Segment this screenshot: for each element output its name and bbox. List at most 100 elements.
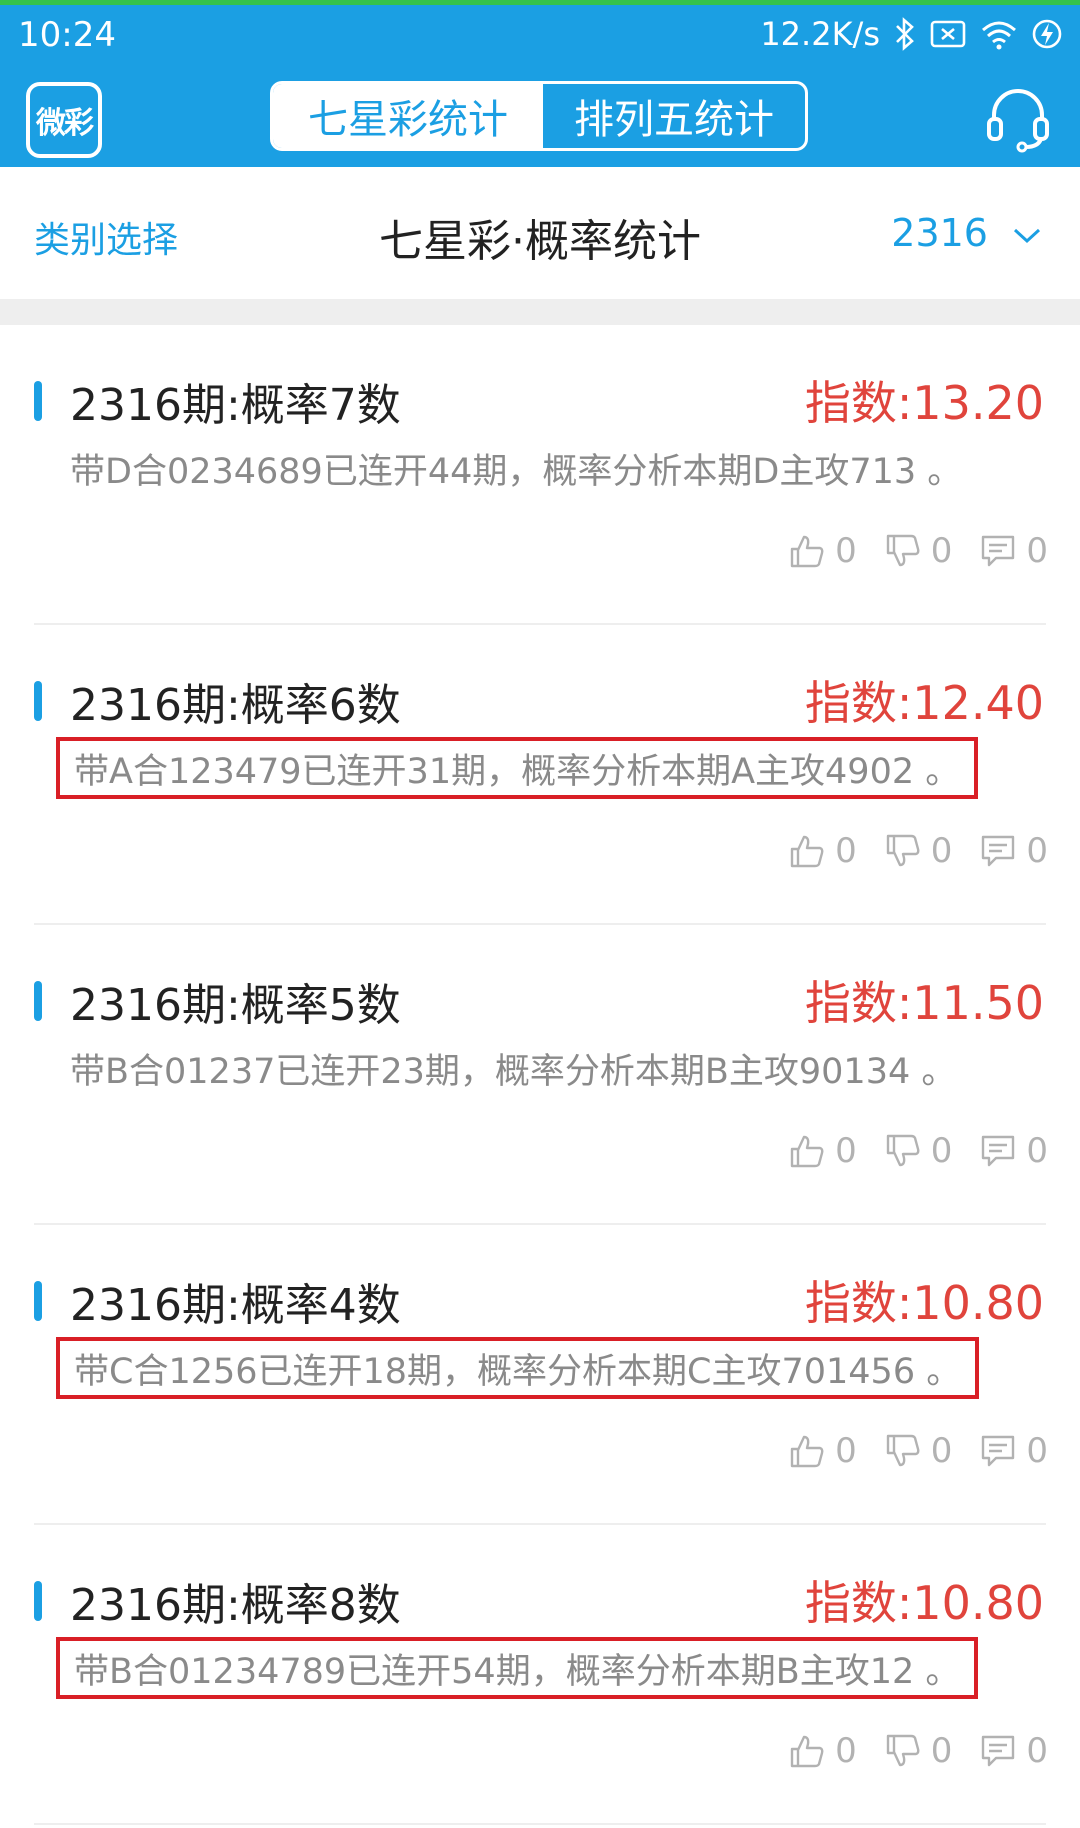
card-description: 带C合1256已连开18期，概率分析本期C主攻701456 。 bbox=[74, 1351, 962, 1392]
app-bar: 微彩 七星彩统计 排列五统计 bbox=[0, 75, 1080, 167]
tab-label: 七星彩统计 bbox=[308, 97, 508, 143]
chevron-down-icon bbox=[1012, 211, 1042, 255]
thumbs-down-icon bbox=[885, 1133, 921, 1169]
thumbs-up-icon bbox=[789, 533, 825, 569]
like-button[interactable]: 0 bbox=[789, 831, 857, 871]
like-button[interactable]: 0 bbox=[789, 1731, 857, 1771]
stat-card[interactable]: 2316期:概率5数 指数:11.50 带B合01237已连开23期，概率分析本… bbox=[0, 925, 1080, 1225]
comment-icon bbox=[980, 1733, 1016, 1769]
card-description: 带D合0234689已连开44期，概率分析本期D主攻713 。 bbox=[70, 451, 963, 492]
accent-bar bbox=[34, 1281, 42, 1321]
dislike-button[interactable]: 0 bbox=[885, 831, 953, 871]
issue-number: 2316 bbox=[891, 211, 988, 255]
tab-label: 排列五统计 bbox=[574, 97, 774, 143]
card-actions: 0 0 0 bbox=[761, 531, 1048, 571]
like-count: 0 bbox=[835, 531, 857, 571]
status-indicators: 12.2K/s bbox=[760, 15, 1062, 53]
card-actions: 0 0 0 bbox=[761, 1731, 1048, 1771]
dislike-count: 0 bbox=[930, 531, 953, 571]
sub-header: 类别选择 七星彩·概率统计 2316 bbox=[0, 167, 1080, 299]
like-count: 0 bbox=[835, 1131, 857, 1171]
issue-dropdown[interactable]: 2316 bbox=[891, 211, 1042, 255]
card-index: 指数:10.80 bbox=[804, 1576, 1044, 1630]
headset-icon[interactable] bbox=[982, 81, 1054, 157]
card-title: 2316期:概率5数 bbox=[70, 980, 401, 1031]
thumbs-up-icon bbox=[789, 1133, 825, 1169]
card-index: 指数:12.40 bbox=[804, 676, 1044, 730]
battery-charging-icon bbox=[1032, 18, 1062, 50]
accent-bar bbox=[34, 381, 42, 421]
status-time: 10:24 bbox=[18, 15, 116, 55]
dislike-count: 0 bbox=[930, 1131, 953, 1171]
comment-button[interactable]: 0 bbox=[980, 831, 1048, 871]
comment-icon bbox=[980, 833, 1016, 869]
dislike-count: 0 bbox=[930, 1431, 953, 1471]
dislike-button[interactable]: 0 bbox=[885, 1731, 952, 1771]
card-title: 2316期:概率7数 bbox=[70, 380, 401, 431]
net-speed: 12.2K/s bbox=[760, 15, 880, 53]
accent-bar bbox=[34, 1581, 42, 1621]
comment-icon bbox=[980, 1433, 1016, 1469]
card-description-box: 带B合01237已连开23期，概率分析本期B主攻90134 。 bbox=[56, 1037, 970, 1099]
comment-count: 0 bbox=[1026, 1431, 1048, 1471]
thumbs-up-icon bbox=[789, 1733, 825, 1769]
card-index: 指数:13.20 bbox=[804, 376, 1044, 430]
sim-disabled-icon bbox=[930, 19, 966, 49]
card-description: 带B合01234789已连开54期，概率分析本期B主攻12 。 bbox=[74, 1651, 961, 1692]
card-actions: 0 0 0 bbox=[761, 831, 1048, 871]
card-divider bbox=[34, 1823, 1046, 1825]
card-index: 指数:10.80 bbox=[804, 1276, 1044, 1330]
card-description-box: 带C合1256已连开18期，概率分析本期C主攻701456 。 bbox=[56, 1337, 980, 1399]
stat-card[interactable]: 2316期:概率8数 指数:10.80 带B合01234789已连开54期，概率… bbox=[0, 1525, 1080, 1825]
wifi-icon bbox=[980, 18, 1018, 50]
comment-count: 0 bbox=[1026, 1731, 1048, 1771]
dislike-button[interactable]: 0 bbox=[885, 1431, 953, 1471]
card-description-box: 带B合01234789已连开54期，概率分析本期B主攻12 。 bbox=[56, 1637, 979, 1699]
card-description-box: 带D合0234689已连开44期，概率分析本期D主攻713 。 bbox=[56, 437, 976, 499]
card-description: 带B合01237已连开23期，概率分析本期B主攻90134 。 bbox=[70, 1051, 957, 1092]
comment-button[interactable]: 0 bbox=[980, 1731, 1048, 1771]
stat-card[interactable]: 2316期:概率7数 指数:13.20 带D合0234689已连开44期，概率分… bbox=[0, 325, 1080, 625]
stats-list: 2316期:概率7数 指数:13.20 带D合0234689已连开44期，概率分… bbox=[0, 325, 1080, 1825]
thumbs-up-icon bbox=[789, 1433, 825, 1469]
stat-card[interactable]: 2316期:概率6数 指数:12.40 带A合123479已连开31期，概率分析… bbox=[0, 625, 1080, 925]
like-button[interactable]: 0 bbox=[789, 1131, 857, 1171]
comment-button[interactable]: 0 bbox=[980, 1431, 1048, 1471]
app-logo[interactable]: 微彩 bbox=[26, 82, 102, 158]
like-count: 0 bbox=[835, 1731, 857, 1771]
dislike-button[interactable]: 0 bbox=[885, 1131, 953, 1171]
thumbs-down-icon bbox=[885, 1433, 921, 1469]
like-count: 0 bbox=[835, 831, 857, 871]
dislike-count: 0 bbox=[930, 831, 953, 871]
thumbs-down-icon bbox=[885, 833, 921, 869]
thumbs-down-icon bbox=[885, 1733, 921, 1769]
app-logo-text: 微彩 bbox=[36, 106, 94, 141]
like-button[interactable]: 0 bbox=[789, 1431, 857, 1471]
accent-bar bbox=[34, 681, 42, 721]
card-description: 带A合123479已连开31期，概率分析本期A主攻4902 。 bbox=[74, 751, 961, 792]
like-button[interactable]: 0 bbox=[789, 531, 857, 571]
dislike-button[interactable]: 0 bbox=[885, 531, 953, 571]
card-description-box: 带A合123479已连开31期，概率分析本期A主攻4902 。 bbox=[56, 737, 979, 799]
comment-count: 0 bbox=[1026, 1131, 1048, 1171]
comment-icon bbox=[980, 533, 1016, 569]
thumbs-down-icon bbox=[885, 533, 921, 569]
comment-button[interactable]: 0 bbox=[980, 1131, 1048, 1171]
stat-card[interactable]: 2316期:概率4数 指数:10.80 带C合1256已连开18期，概率分析本期… bbox=[0, 1225, 1080, 1525]
tab-qixingcai-stats[interactable]: 七星彩统计 bbox=[273, 84, 543, 148]
comment-icon bbox=[980, 1133, 1016, 1169]
comment-count: 0 bbox=[1026, 831, 1048, 871]
card-title: 2316期:概率8数 bbox=[70, 1580, 401, 1631]
card-title: 2316期:概率4数 bbox=[70, 1280, 401, 1331]
comment-button[interactable]: 0 bbox=[980, 531, 1048, 571]
like-count: 0 bbox=[835, 1431, 857, 1471]
card-actions: 0 0 0 bbox=[761, 1131, 1048, 1171]
bluetooth-icon bbox=[894, 17, 916, 51]
lottery-tab-switch: 七星彩统计 排列五统计 bbox=[270, 81, 808, 151]
accent-bar bbox=[34, 981, 42, 1021]
card-index: 指数:11.50 bbox=[804, 976, 1044, 1030]
card-title: 2316期:概率6数 bbox=[70, 680, 401, 731]
section-separator bbox=[0, 299, 1080, 325]
tab-pailiewu-stats[interactable]: 排列五统计 bbox=[543, 84, 805, 148]
status-bar: 10:24 12.2K/s bbox=[0, 5, 1080, 75]
